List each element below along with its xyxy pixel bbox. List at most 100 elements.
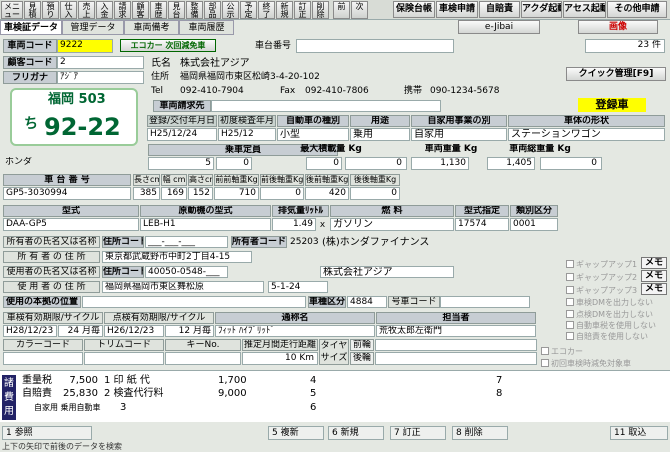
toolbar-button-14[interactable]: 終了 — [258, 1, 275, 19]
dim-value-1[interactable]: 169 — [161, 187, 187, 200]
memo-button-2[interactable]: メモ — [641, 270, 667, 282]
vehicle-code-input[interactable]: 9222 — [57, 39, 113, 53]
inspection-cycle[interactable]: 24 月毎 — [58, 325, 103, 337]
car-no-code[interactable] — [440, 296, 530, 308]
toolbar-button-6[interactable]: 請求 — [114, 1, 131, 19]
toolbar-button-1[interactable]: 見積 — [24, 1, 41, 19]
check-expiry-date[interactable]: H26/12/23 — [104, 325, 164, 337]
max-load-value[interactable]: 0 — [306, 157, 342, 170]
toolbar-button-4[interactable]: 売上 — [78, 1, 95, 19]
chassis-search-input[interactable] — [296, 39, 454, 53]
billing-input[interactable] — [211, 100, 441, 112]
user-address-2[interactable]: 5-1-24 — [268, 281, 328, 293]
chassis-number[interactable]: GP5-3030994 — [3, 187, 131, 200]
tab-history[interactable]: 車両履歴 — [179, 20, 234, 35]
toolbar-button-10[interactable]: 整備 — [186, 1, 203, 19]
checkbox-box[interactable] — [566, 298, 574, 306]
memo-button-1[interactable]: メモ — [641, 257, 667, 269]
vehicle-nickname[interactable]: ﾌｨｯﾄ ﾊｲﾌﾞﾘｯﾄﾞ — [215, 325, 375, 337]
reg-value-1[interactable]: H25/12 — [218, 128, 276, 141]
option-checkbox-2[interactable]: ギャップアップ3 — [566, 285, 637, 296]
toolbar-right-button-0[interactable]: 保険台帳 — [393, 1, 435, 18]
gross-weight-sub[interactable]: 0 — [540, 157, 602, 170]
option-checkbox-3[interactable]: 車検DMを出力しない — [566, 297, 653, 308]
toolbar-button-9[interactable]: 見台 — [168, 1, 185, 19]
dim-value-3[interactable]: 710 — [214, 187, 259, 200]
vehicle-kind[interactable]: 4884 — [347, 296, 387, 308]
f7-edit-button[interactable]: 7 訂正 — [390, 426, 446, 440]
checkbox-box[interactable] — [566, 332, 574, 340]
front-tire-input[interactable] — [375, 339, 537, 351]
toolbar-button-16[interactable]: 訂正 — [294, 1, 311, 19]
toolbar-button-2[interactable]: 預り — [42, 1, 59, 19]
option-checkbox-6[interactable]: 自賠責を使用しない — [566, 331, 648, 342]
weight-value[interactable]: 1,130 — [411, 157, 469, 170]
option-checkbox-5[interactable]: 自動車税を使用しない — [566, 320, 656, 331]
user-name[interactable]: 株式会社アジア — [320, 266, 454, 278]
option-checkbox-8[interactable]: 初回車検時減免対象車 — [541, 358, 631, 369]
toolbar-right-button-5[interactable]: その他申請 — [607, 1, 667, 18]
toolbar-button-8[interactable]: 車歴 — [150, 1, 167, 19]
owner-addr-code[interactable]: ___-___-___ — [145, 236, 228, 248]
checkbox-box[interactable] — [566, 310, 574, 318]
capacity-value[interactable]: 5 — [148, 157, 214, 170]
toolbar-right-button-2[interactable]: 自賠責 — [479, 1, 520, 18]
reg-value-5[interactable]: ステーションワゴン — [508, 128, 665, 141]
trim-code-input[interactable] — [84, 352, 164, 365]
checkbox-box[interactable] — [566, 260, 574, 268]
reg-value-2[interactable]: 小型 — [277, 128, 349, 141]
toolbar-button-17[interactable]: 削除 — [312, 1, 329, 19]
checkbox-box[interactable] — [566, 273, 574, 281]
base-location-input[interactable] — [82, 296, 306, 308]
checkbox-box[interactable] — [541, 347, 549, 355]
displacement-value[interactable]: 1.49 — [272, 218, 316, 231]
user-addr-code[interactable]: 40050-0548-___ — [145, 266, 228, 278]
fuel-value[interactable]: ガソリン — [330, 218, 454, 231]
toolbar-button-13[interactable]: 予定 — [240, 1, 257, 19]
dim-value-5[interactable]: 420 — [305, 187, 349, 200]
color-code-input[interactable] — [3, 352, 83, 365]
kana-input[interactable]: ｱｼﾞｱ — [57, 71, 144, 84]
key-no-input[interactable] — [165, 352, 241, 365]
reg-value-3[interactable]: 乗用 — [350, 128, 410, 141]
toolbar-button-19[interactable]: 次 — [351, 1, 368, 19]
dim-value-6[interactable]: 0 — [350, 187, 400, 200]
option-checkbox-1[interactable]: ギャップアップ2 — [566, 272, 637, 283]
tab-vehicle-data[interactable]: 車検証データ — [0, 20, 62, 35]
rear-tire-input[interactable] — [375, 352, 537, 365]
dim-value-4[interactable]: 0 — [260, 187, 304, 200]
model-value[interactable]: DAA-GP5 — [3, 218, 139, 231]
reg-value-4[interactable]: 自家用 — [411, 128, 507, 141]
capacity-sub[interactable]: 0 — [216, 157, 252, 170]
f6-new-button[interactable]: 6 新規 — [328, 426, 384, 440]
check-cycle[interactable]: 12 月毎 — [165, 325, 214, 337]
image-button[interactable]: 画像 — [578, 20, 658, 34]
memo-button-3[interactable]: メモ — [641, 283, 667, 295]
toolbar-button-7[interactable]: 顧客 — [132, 1, 149, 19]
dim-value-2[interactable]: 152 — [188, 187, 213, 200]
mileage-input[interactable]: 10 Km — [242, 352, 318, 365]
engine-model-value[interactable]: LEB-H1 — [140, 218, 271, 231]
f11-import-button[interactable]: 11 取込 — [610, 426, 668, 440]
option-checkbox-7[interactable]: エコカー — [541, 346, 583, 357]
user-address[interactable]: 福岡県福岡市東区舞松原 — [102, 281, 264, 293]
checkbox-box[interactable] — [541, 359, 549, 367]
toolbar-button-15[interactable]: 新規 — [276, 1, 293, 19]
toolbar-right-button-3[interactable]: アクダ起動 — [521, 1, 562, 18]
checkbox-box[interactable] — [566, 286, 574, 294]
class-value[interactable]: 0001 — [510, 218, 558, 231]
owner-address[interactable]: 東京都武蔵野市中町2丁目4-15 — [102, 251, 252, 263]
option-checkbox-4[interactable]: 点検DMを出力しない — [566, 309, 653, 320]
eco-car-button[interactable]: エコカー 次回減免車 — [120, 39, 216, 52]
checkbox-box[interactable] — [566, 321, 574, 329]
option-checkbox-0[interactable]: ギャップアップ1 — [566, 259, 637, 270]
tab-management[interactable]: 管理データ — [62, 20, 124, 35]
reg-value-0[interactable]: H25/12/24 — [147, 128, 217, 141]
tab-notes[interactable]: 車両備考 — [124, 20, 179, 35]
dim-value-0[interactable]: 385 — [133, 187, 160, 200]
customer-code-input[interactable]: 2 — [57, 56, 144, 69]
toolbar-button-0[interactable]: メニュー — [1, 1, 23, 19]
max-load-sub[interactable]: 0 — [345, 157, 407, 170]
f5-copy-new-button[interactable]: 5 複新 — [268, 426, 324, 440]
toolbar-button-5[interactable]: 入金 — [96, 1, 113, 19]
